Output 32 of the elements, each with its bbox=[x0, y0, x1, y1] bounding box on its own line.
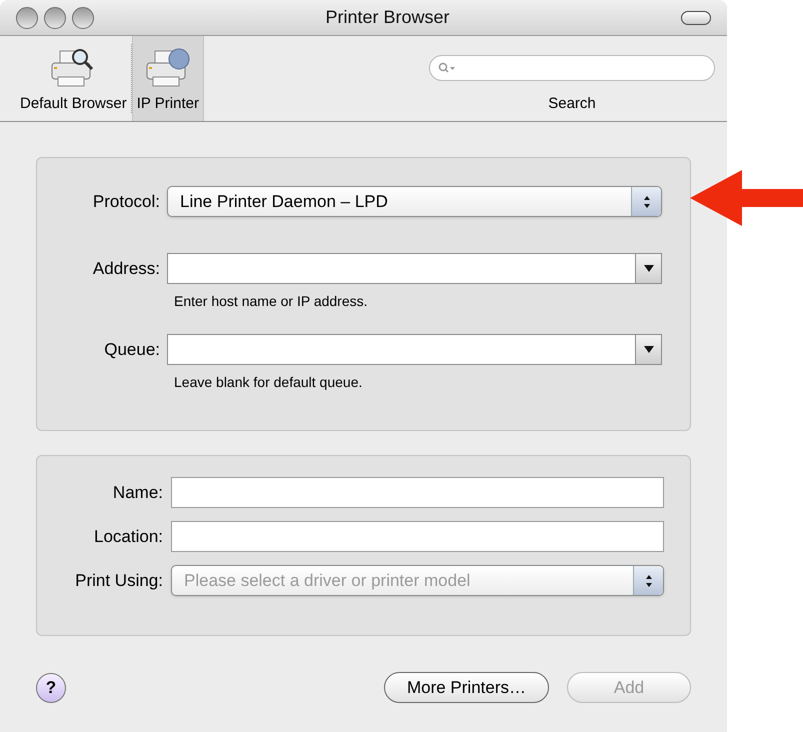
up-down-arrows-icon bbox=[644, 574, 652, 588]
field-label: Name: bbox=[112, 482, 164, 504]
search-label: Search bbox=[548, 94, 596, 114]
toolbar-item[interactable]: IP Printer bbox=[132, 36, 204, 121]
field-label: Print Using: bbox=[74, 570, 164, 592]
caret-icon bbox=[644, 346, 654, 353]
hint-text: Leave blank for default queue. bbox=[174, 374, 362, 390]
window-control-button[interactable] bbox=[72, 6, 94, 28]
field-label: Queue: bbox=[103, 338, 161, 361]
window-control-button[interactable] bbox=[44, 6, 66, 28]
window-control-button[interactable] bbox=[16, 6, 38, 28]
combo-box[interactable] bbox=[167, 253, 662, 284]
hint-text: Enter host name or IP address. bbox=[174, 293, 368, 309]
toolbar-toggle-button[interactable] bbox=[681, 10, 711, 24]
push-button[interactable]: More Printers… bbox=[384, 672, 549, 703]
field-label: Address: bbox=[92, 258, 161, 280]
up-down-arrows-icon bbox=[642, 194, 650, 208]
text-field[interactable] bbox=[171, 521, 664, 552]
arrow-icon bbox=[690, 170, 803, 226]
help-button[interactable]: ? bbox=[36, 672, 66, 702]
caret-icon bbox=[644, 265, 654, 272]
search-field[interactable] bbox=[429, 54, 715, 80]
popup-menu[interactable]: Line Printer Daemon – LPD bbox=[167, 186, 662, 217]
combo-box[interactable] bbox=[167, 334, 662, 365]
field-label: Location: bbox=[93, 526, 164, 548]
search-icon bbox=[438, 62, 456, 74]
text-field[interactable] bbox=[171, 477, 664, 508]
field-label: Protocol: bbox=[92, 190, 161, 213]
placeholder-text: Please select a driver or printer model bbox=[183, 570, 472, 592]
window-title: Printer Browser bbox=[324, 6, 451, 29]
toolbar-item[interactable]: Default Browser bbox=[16, 36, 131, 121]
popup-value: Line Printer Daemon – LPD bbox=[179, 190, 389, 213]
